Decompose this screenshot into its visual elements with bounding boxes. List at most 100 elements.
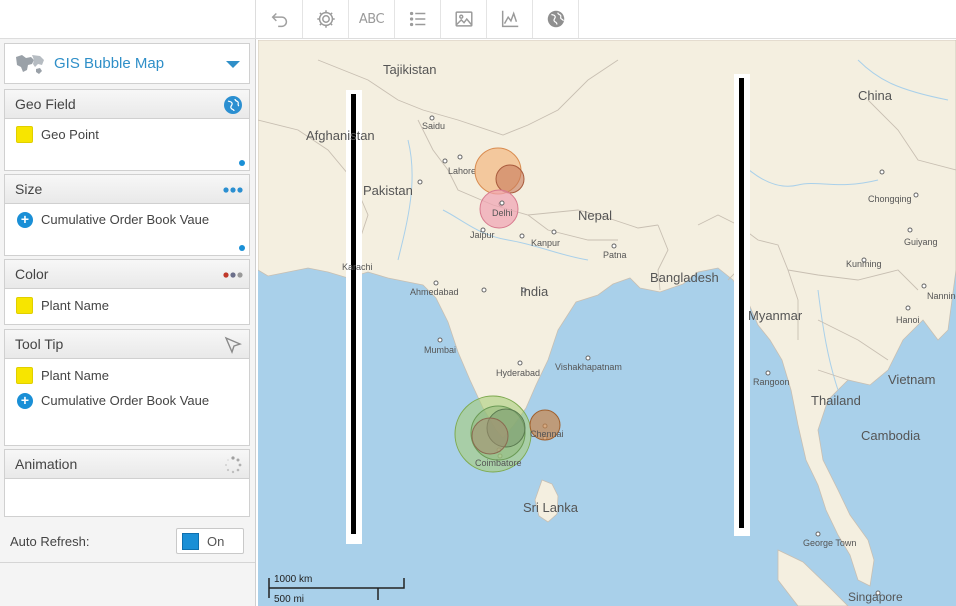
label-pakistan: Pakistan bbox=[363, 183, 413, 198]
chevron-down-icon bbox=[226, 61, 240, 68]
label-delhi: Delhi bbox=[492, 208, 513, 218]
label-ahmedabad: Ahmedabad bbox=[410, 287, 459, 297]
order-book-field[interactable]: + Cumulative Order Book Vaue bbox=[5, 207, 249, 232]
label-tajikistan: Tajikistan bbox=[383, 62, 436, 77]
undo-button[interactable] bbox=[257, 0, 303, 38]
panel-divider bbox=[0, 562, 255, 563]
undo-icon bbox=[271, 12, 287, 28]
settings-button[interactable] bbox=[303, 0, 349, 38]
scale-km: 1000 km bbox=[274, 574, 312, 585]
geo-field-title: Geo Field bbox=[15, 96, 76, 112]
order-book-field[interactable]: + Cumulative Order Book Vaue bbox=[5, 388, 249, 413]
size-dots-icon[interactable] bbox=[223, 180, 243, 200]
label-patna: Patna bbox=[603, 250, 627, 260]
label-kunming: Kunming bbox=[846, 259, 882, 269]
label-coimbatore: Coimbatore bbox=[475, 458, 522, 468]
dimension-icon bbox=[16, 297, 33, 314]
properties-panel: GIS Bubble Map Geo Field Geo Point Size bbox=[0, 39, 256, 606]
animation-dropzone[interactable] bbox=[4, 479, 250, 517]
label-saidu: Saidu bbox=[422, 121, 445, 131]
auto-refresh-toggle[interactable]: On bbox=[176, 528, 244, 554]
toggle-state: On bbox=[207, 533, 225, 549]
field-label: Cumulative Order Book Vaue bbox=[41, 212, 210, 227]
chart-type-label: GIS Bubble Map bbox=[54, 55, 165, 72]
labels-button[interactable]: ABC bbox=[349, 0, 395, 38]
label-lahore: Lahore bbox=[448, 166, 476, 176]
chart-type-dropdown[interactable]: GIS Bubble Map bbox=[4, 43, 250, 84]
globe-button[interactable] bbox=[533, 0, 579, 38]
color-dropzone[interactable]: Plant Name bbox=[4, 289, 250, 325]
drop-indicator bbox=[239, 160, 245, 166]
image-button[interactable] bbox=[441, 0, 487, 38]
legend-button[interactable] bbox=[395, 0, 441, 38]
plant-name-field[interactable]: Plant Name bbox=[5, 363, 249, 388]
label-rangoon: Rangoon bbox=[753, 377, 790, 387]
label-george-town: George Town bbox=[803, 538, 856, 548]
measure-plus-icon: + bbox=[17, 211, 33, 228]
geo-field-header: Geo Field bbox=[4, 89, 250, 119]
world-map-icon bbox=[16, 54, 44, 74]
label-karachi: Karachi bbox=[342, 262, 373, 272]
bubble-plant[interactable] bbox=[495, 164, 525, 194]
toggle-knob bbox=[182, 532, 199, 550]
color-title: Color bbox=[15, 266, 49, 282]
field-label: Plant Name bbox=[41, 298, 109, 313]
label-singapore: Singapore bbox=[848, 590, 903, 604]
color-header: Color bbox=[4, 259, 250, 289]
gear-icon bbox=[316, 10, 335, 28]
globe-icon[interactable] bbox=[223, 95, 243, 115]
auto-refresh-row: Auto Refresh: On bbox=[10, 528, 250, 554]
measure-plus-icon: + bbox=[17, 392, 33, 409]
image-icon bbox=[454, 11, 473, 27]
tooltip-dropzone[interactable]: Plant Name + Cumulative Order Book Vaue bbox=[4, 359, 250, 446]
geo-field-dropzone[interactable]: Geo Point bbox=[4, 119, 250, 171]
label-hyderabad: Hyderabad bbox=[496, 368, 540, 378]
size-dropzone[interactable]: + Cumulative Order Book Vaue bbox=[4, 204, 250, 256]
label-cambodia: Cambodia bbox=[861, 428, 921, 443]
abc-label-icon: ABC bbox=[358, 11, 385, 27]
toolbar-spacer bbox=[0, 0, 256, 39]
overlay-bar-left-line bbox=[351, 94, 356, 534]
trend-button[interactable] bbox=[487, 0, 533, 38]
tooltip-header: Tool Tip bbox=[4, 329, 250, 359]
label-guiyang: Guiyang bbox=[904, 237, 938, 247]
geo-point-field[interactable]: Geo Point bbox=[5, 122, 249, 147]
label-kanpur: Kanpur bbox=[531, 238, 560, 248]
label-jaipur: Jaipur bbox=[470, 230, 495, 240]
label-bangladesh: Bangladesh bbox=[650, 270, 719, 285]
drop-indicator bbox=[239, 245, 245, 251]
size-title: Size bbox=[15, 181, 43, 197]
app-window: ABC GIS Bubble Map Geo Field Geo Point S… bbox=[0, 0, 956, 606]
label-hanoi: Hanoi bbox=[896, 315, 920, 325]
label-china: China bbox=[858, 88, 893, 103]
label-afghanistan: Afghanistan bbox=[306, 128, 375, 143]
field-label: Geo Point bbox=[41, 127, 99, 142]
bubble-plant[interactable] bbox=[471, 417, 509, 455]
spinner-icon[interactable] bbox=[223, 455, 243, 475]
color-dots-icon[interactable] bbox=[223, 265, 243, 285]
label-vietnam: Vietnam bbox=[888, 372, 935, 387]
animation-title: Animation bbox=[15, 456, 78, 472]
label-nepal: Nepal bbox=[578, 208, 612, 223]
label-nanning: Nanning bbox=[927, 291, 956, 301]
list-icon bbox=[409, 11, 425, 27]
city-dot-delhi bbox=[499, 200, 505, 206]
animation-header: Animation bbox=[4, 449, 250, 479]
map-canvas[interactable]: Tajikistan Afghanistan Pakistan Nepal In… bbox=[258, 40, 956, 606]
label-chongqing: Chongqing bbox=[868, 194, 912, 204]
cursor-arrow-icon[interactable] bbox=[223, 335, 243, 355]
overlay-bar-right-line bbox=[739, 78, 744, 528]
plant-name-field[interactable]: Plant Name bbox=[5, 293, 249, 318]
label-sri-lanka: Sri Lanka bbox=[523, 500, 579, 515]
field-label: Cumulative Order Book Vaue bbox=[41, 393, 210, 408]
label-vishakhapatnam: Vishakhapatnam bbox=[555, 362, 622, 372]
tooltip-title: Tool Tip bbox=[15, 336, 64, 352]
field-label: Plant Name bbox=[41, 368, 109, 383]
label-chennai: Chennai bbox=[530, 429, 564, 439]
map-svg[interactable]: Tajikistan Afghanistan Pakistan Nepal In… bbox=[258, 40, 956, 606]
size-header: Size bbox=[4, 174, 250, 204]
label-mumbai: Mumbai bbox=[424, 345, 456, 355]
line-chart-icon bbox=[501, 10, 518, 28]
dimension-icon bbox=[16, 126, 33, 143]
dimension-icon bbox=[16, 367, 33, 384]
